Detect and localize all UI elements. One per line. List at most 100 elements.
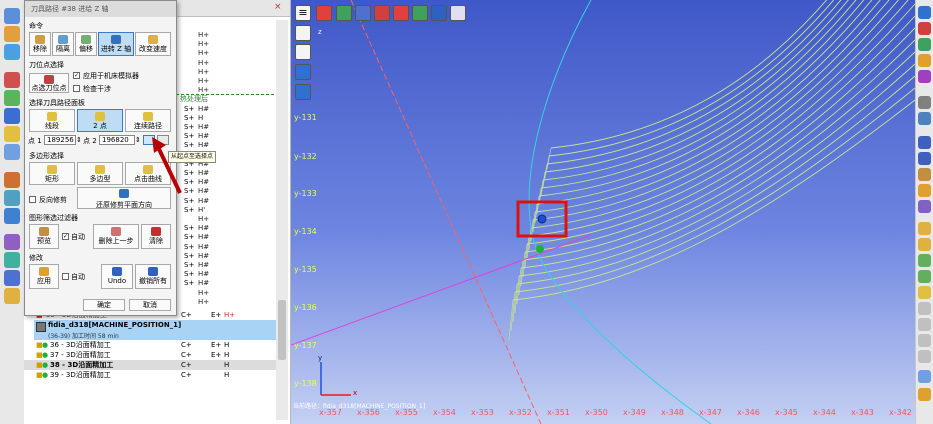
continuous-path-button[interactable]: 连续路径 xyxy=(125,109,171,132)
view-icon[interactable] xyxy=(431,5,447,21)
tool-icon[interactable] xyxy=(918,270,931,283)
tool-icon[interactable] xyxy=(918,334,931,347)
view-icon[interactable] xyxy=(918,54,931,67)
ok-button[interactable]: 确定 xyxy=(83,299,125,311)
view-icon[interactable] xyxy=(374,5,390,21)
tool-icon[interactable] xyxy=(4,126,20,142)
select-tool-point-button[interactable]: 点选刀位点 xyxy=(29,73,69,93)
zoom-icon[interactable] xyxy=(450,5,466,21)
tool-icon[interactable] xyxy=(918,200,931,213)
delete-previous-step-button[interactable]: 删除上一步 xyxy=(93,224,139,249)
menu-icon[interactable]: ≡ xyxy=(295,5,311,21)
point2-input[interactable]: 196820 xyxy=(99,135,135,145)
tool-icon[interactable] xyxy=(918,238,931,251)
tool-icon[interactable] xyxy=(4,172,20,188)
toolpath-link xyxy=(546,147,552,170)
check-interference-checkbox[interactable] xyxy=(73,85,80,92)
view-icon[interactable] xyxy=(412,5,428,21)
view-icon[interactable] xyxy=(355,5,371,21)
tool-icon[interactable] xyxy=(918,136,931,149)
start-point-marker[interactable] xyxy=(537,214,547,224)
offset-button[interactable]: 偏移 xyxy=(75,32,97,56)
cancel-button[interactable]: 取消 xyxy=(129,299,171,311)
tool-icon[interactable] xyxy=(4,26,20,42)
view-icon[interactable] xyxy=(316,5,332,21)
tree-row-active[interactable]: ■ ● 38 - 3D沿面精加工 C+ H xyxy=(24,360,286,370)
tool-icon[interactable] xyxy=(4,208,20,224)
collapse-icon[interactable] xyxy=(36,322,46,332)
polygon-button[interactable]: 多边型 xyxy=(77,162,123,185)
tree-row[interactable]: ■ ● 37 - 3D沿面精加工 C+ E+ H xyxy=(24,350,286,360)
section-command: 命令 xyxy=(29,22,43,30)
tool-icon[interactable] xyxy=(918,350,931,363)
tool-point-icon xyxy=(44,75,54,84)
polygon-icon xyxy=(95,165,105,174)
view-icon[interactable] xyxy=(918,22,931,35)
tool-icon[interactable] xyxy=(918,286,931,299)
tree-scrollbar-thumb[interactable] xyxy=(278,300,286,360)
view-icon[interactable] xyxy=(393,5,409,21)
preview-button[interactable]: 预览 xyxy=(29,224,59,249)
tree-row[interactable]: ■ ● 39 - 3D沿面精加工 C+ H xyxy=(24,370,286,380)
view-icon[interactable] xyxy=(918,70,931,83)
tool-icon[interactable] xyxy=(4,90,20,106)
end-point-marker[interactable] xyxy=(536,245,544,253)
reverse-trim-checkbox[interactable] xyxy=(29,196,36,203)
tool-icon[interactable] xyxy=(918,388,931,401)
apply-icon xyxy=(39,267,49,276)
two-point-button[interactable]: 2 点 xyxy=(77,109,123,132)
rectangle-button[interactable]: 矩形 xyxy=(29,162,75,185)
tool-icon[interactable] xyxy=(4,288,20,304)
tool-icon[interactable] xyxy=(4,108,20,124)
view-icon[interactable] xyxy=(918,6,931,19)
isolate-button[interactable]: 隔离 xyxy=(52,32,74,56)
undo-all-button[interactable]: 撤销所有 xyxy=(135,264,171,289)
tree-row-selected-machine[interactable]: fidia_d318[MACHINE_POSITION_1] (36-39) 加… xyxy=(34,320,286,340)
tool-icon[interactable] xyxy=(4,234,20,250)
segment-button[interactable]: 线段 xyxy=(29,109,75,132)
tool-icon[interactable] xyxy=(4,190,20,206)
tree-row[interactable]: ■ ● 36 - 3D沿面精加工 C+ E+ H xyxy=(24,340,286,350)
clear-button[interactable]: 清除 xyxy=(141,224,171,249)
offset-icon xyxy=(81,35,91,44)
undo-button[interactable]: Undo xyxy=(101,264,133,289)
auto2-checkbox[interactable] xyxy=(62,273,69,280)
isolate-icon xyxy=(58,35,68,44)
tool-icon[interactable] xyxy=(4,270,20,286)
apply-button[interactable]: 应用 xyxy=(29,264,59,289)
tool-icon[interactable] xyxy=(4,144,20,160)
y-tick-label: y-133 xyxy=(294,189,317,198)
view-icon[interactable] xyxy=(336,5,352,21)
close-icon[interactable]: × xyxy=(274,2,282,12)
tool-icon[interactable] xyxy=(918,96,931,109)
tool-icon[interactable] xyxy=(4,72,20,88)
wireframe-icon[interactable] xyxy=(295,44,311,60)
tool-icon[interactable] xyxy=(4,252,20,268)
apply-machine-sim-checkbox[interactable]: ✓ xyxy=(73,72,80,79)
change-speed-button[interactable]: 改变速度 xyxy=(135,32,171,56)
tool-icon[interactable] xyxy=(918,184,931,197)
point1-spin-icon[interactable]: ⇕ xyxy=(76,136,82,144)
tool-icon[interactable] xyxy=(918,370,931,383)
tool-icon[interactable] xyxy=(918,112,931,125)
point1-input[interactable]: 189256 xyxy=(44,135,76,145)
two-point-icon xyxy=(95,112,105,121)
tool-icon[interactable] xyxy=(918,318,931,331)
point2-spin-icon[interactable]: ⇕ xyxy=(135,136,141,144)
tool-icon[interactable] xyxy=(918,168,931,181)
tool-icon[interactable] xyxy=(918,302,931,315)
workplane-icon[interactable] xyxy=(295,25,311,41)
remove-button[interactable]: 移除 xyxy=(29,32,51,56)
tool-icon[interactable] xyxy=(918,254,931,267)
tool-icon[interactable] xyxy=(918,152,931,165)
3d-viewport[interactable]: y x ≡ z y-131 y-132 y-133 y-134 y-135 y-… xyxy=(291,0,915,424)
feed-z-axis-button[interactable]: 进转 Z 轴 xyxy=(98,32,134,56)
tool-icon[interactable] xyxy=(4,44,20,60)
tool-icon[interactable] xyxy=(4,8,20,24)
shaded-icon[interactable] xyxy=(295,84,311,100)
shaded-icon[interactable] xyxy=(295,64,311,80)
view-icon[interactable] xyxy=(918,38,931,51)
auto-checkbox[interactable]: ✓ xyxy=(62,233,69,240)
tool-icon[interactable] xyxy=(918,222,931,235)
tree-scrollbar[interactable] xyxy=(276,20,288,420)
